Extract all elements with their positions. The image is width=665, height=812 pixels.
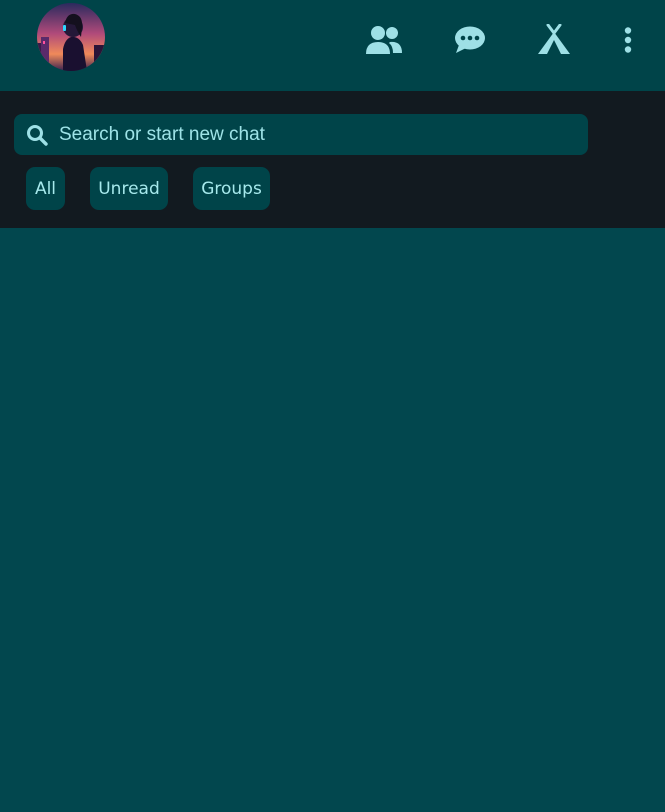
community-tent-icon[interactable] <box>535 20 573 60</box>
people-icon[interactable] <box>363 20 405 60</box>
top-header <box>0 0 665 91</box>
search-input[interactable] <box>59 114 579 155</box>
search-toolbar: All Unread Groups <box>0 91 665 228</box>
kebab-menu-icon[interactable] <box>618 20 638 60</box>
search-bar[interactable] <box>14 114 588 155</box>
app-window: All Unread Groups <box>0 0 665 812</box>
chat-bubble-icon[interactable] <box>452 20 488 60</box>
avatar-image <box>37 3 105 71</box>
avatar[interactable] <box>37 3 105 71</box>
filter-chip-unread-label: Unread <box>98 178 160 199</box>
filter-chip-all[interactable]: All <box>26 167 65 210</box>
search-icon <box>27 125 48 146</box>
filter-chip-unread[interactable]: Unread <box>90 167 168 210</box>
filter-chip-groups-label: Groups <box>201 178 262 199</box>
filter-chip-all-label: All <box>34 178 57 199</box>
filter-chip-groups[interactable]: Groups <box>193 167 270 210</box>
chat-list <box>0 228 665 812</box>
